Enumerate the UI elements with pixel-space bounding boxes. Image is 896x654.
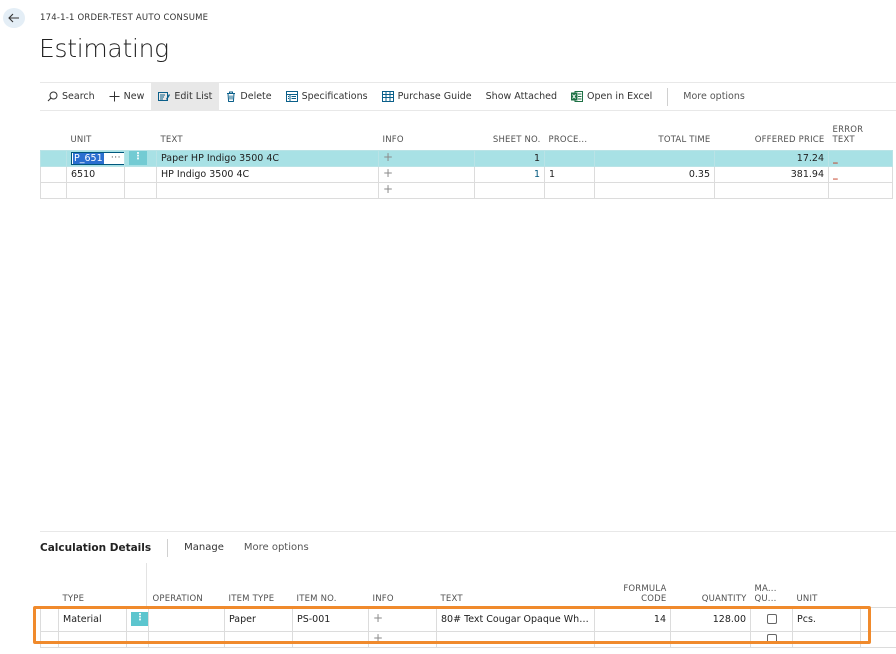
purchase-guide-icon <box>381 91 394 102</box>
unit-input[interactable]: P_651 ··· <box>71 151 124 165</box>
edit-list-button[interactable]: Edit List <box>151 83 220 110</box>
item-no-cell[interactable]: PS-001 <box>292 606 369 632</box>
offered-price-cell[interactable] <box>714 181 829 199</box>
sheet-no-cell[interactable] <box>474 181 545 199</box>
operation-cell[interactable] <box>148 606 225 632</box>
edit-list-icon <box>158 91 171 102</box>
specifications-button[interactable]: Specifications <box>279 83 375 110</box>
new-button[interactable]: New <box>102 83 152 110</box>
search-icon <box>47 91 58 102</box>
type-cell[interactable]: Material <box>58 606 127 632</box>
col-info[interactable]: INFO <box>379 118 475 150</box>
ma-qu-checkbox[interactable] <box>766 634 777 644</box>
col-text[interactable]: TEXT <box>437 583 595 607</box>
offered-price-cell[interactable]: 381.94 <box>714 165 829 183</box>
unit-cell[interactable]: P_651 ··· <box>66 149 125 167</box>
ma-qu-checkbox[interactable] <box>766 614 777 624</box>
error-marker: _ <box>833 152 838 164</box>
text-cell[interactable] <box>156 181 379 199</box>
calc-divider <box>167 538 169 557</box>
info-plus-icon[interactable]: + <box>383 183 393 196</box>
process-cell[interactable]: 1 <box>544 165 595 183</box>
col-unit[interactable]: UNIT <box>793 583 861 607</box>
process-cell[interactable] <box>544 181 595 199</box>
lookup-ellipsis-icon[interactable]: ··· <box>111 153 121 164</box>
total-time-cell[interactable]: 0.35 <box>594 165 715 183</box>
text-cell[interactable]: 80# Text Cougar Opaque White... <box>436 606 595 632</box>
more-options-button[interactable]: More options <box>676 83 752 110</box>
col-unit[interactable]: UNIT <box>67 118 125 150</box>
col-formula-code[interactable]: FORMULA CODE <box>595 583 671 607</box>
col-error-text[interactable]: ERROR TEXT <box>829 118 893 150</box>
unit-cell[interactable]: 6510 <box>66 165 125 183</box>
calculation-details-header: Calculation Details Manage More options <box>40 531 896 563</box>
col-type[interactable]: TYPE <box>59 583 127 607</box>
info-plus-icon[interactable]: + <box>373 632 383 645</box>
table-row[interactable]: + <box>40 181 893 199</box>
manage-button[interactable]: Manage <box>184 542 224 553</box>
quantity-cell[interactable]: 128.00 <box>670 606 751 632</box>
toolbar-divider <box>667 87 669 106</box>
offered-price-cell[interactable]: 17.24 <box>714 149 829 167</box>
page-title: Estimating <box>39 34 169 63</box>
open-in-excel-button[interactable]: Open in Excel <box>564 83 659 110</box>
sheet-no-cell[interactable]: 1 <box>474 149 545 167</box>
col-item-no[interactable]: ITEM NO. <box>293 583 369 607</box>
info-plus-icon[interactable]: + <box>383 151 393 164</box>
specifications-icon <box>285 91 298 102</box>
search-button[interactable]: Search <box>40 83 102 110</box>
calculation-details-grid: TYPE OPERATION ITEM TYPE ITEM NO. INFO T… <box>40 583 896 648</box>
sheet-no-cell[interactable]: 1 <box>474 165 545 183</box>
calc-more-options-button[interactable]: More options <box>244 542 309 553</box>
info-plus-icon[interactable]: + <box>383 167 393 180</box>
back-button[interactable] <box>3 8 25 28</box>
item-type-cell[interactable]: Paper <box>224 606 293 632</box>
formula-code-cell[interactable]: 14 <box>594 606 671 632</box>
plus-icon <box>109 91 120 102</box>
col-offered-price[interactable]: OFFERED PRICE <box>715 118 829 150</box>
breadcrumb: 174-1-1 ORDER-TEST AUTO CONSUME <box>40 13 209 23</box>
row-actions-icon[interactable]: ⋮ <box>129 151 147 165</box>
col-total-time[interactable]: TOTAL TIME <box>595 118 715 150</box>
info-plus-icon[interactable]: + <box>373 611 383 625</box>
process-cell[interactable] <box>544 149 595 167</box>
col-text[interactable]: TEXT <box>157 118 379 150</box>
total-time-cell[interactable] <box>594 181 715 199</box>
excel-icon <box>571 91 584 102</box>
row-actions-icon[interactable]: ⋮ <box>131 612 148 626</box>
delete-button[interactable]: Delete <box>219 83 278 110</box>
unit-cell[interactable] <box>66 181 125 199</box>
col-info[interactable]: INFO <box>369 583 437 607</box>
purchase-guide-button[interactable]: Purchase Guide <box>375 83 479 110</box>
calculation-details-title: Calculation Details <box>40 541 152 554</box>
trash-icon <box>226 91 236 102</box>
text-cell[interactable]: Paper HP Indigo 3500 4C <box>156 149 379 167</box>
table-row[interactable]: + <box>40 630 896 648</box>
total-time-cell[interactable] <box>594 149 715 167</box>
table-row[interactable]: Material ⋮ Paper PS-001 + 80# Text Couga… <box>40 606 896 632</box>
table-row[interactable]: P_651 ··· ⋮ Paper HP Indigo 3500 4C + 1 1… <box>40 149 893 167</box>
action-bar: Search New Edit List Delete Specificatio… <box>40 82 896 111</box>
col-operation[interactable]: OPERATION <box>149 583 225 607</box>
col-sheet-no[interactable]: SHEET NO. <box>475 118 545 150</box>
table-row[interactable]: 6510 HP Indigo 3500 4C + 1 1 0.35 381.94… <box>40 165 893 183</box>
arrow-left-icon <box>8 13 19 23</box>
unit-cell[interactable]: Pcs. <box>792 606 861 632</box>
col-process[interactable]: PROCE... <box>545 118 595 150</box>
error-marker: _ <box>833 168 838 180</box>
estimating-lines-grid: UNIT TEXT INFO SHEET NO. PROCE... TOTAL … <box>40 118 893 199</box>
col-quantity[interactable]: QUANTITY <box>671 583 751 607</box>
text-cell[interactable]: HP Indigo 3500 4C <box>156 165 379 183</box>
show-attached-button[interactable]: Show Attached <box>479 83 564 110</box>
col-ma-qu[interactable]: MA... QU... <box>751 583 793 607</box>
col-item-type[interactable]: ITEM TYPE <box>225 583 293 607</box>
